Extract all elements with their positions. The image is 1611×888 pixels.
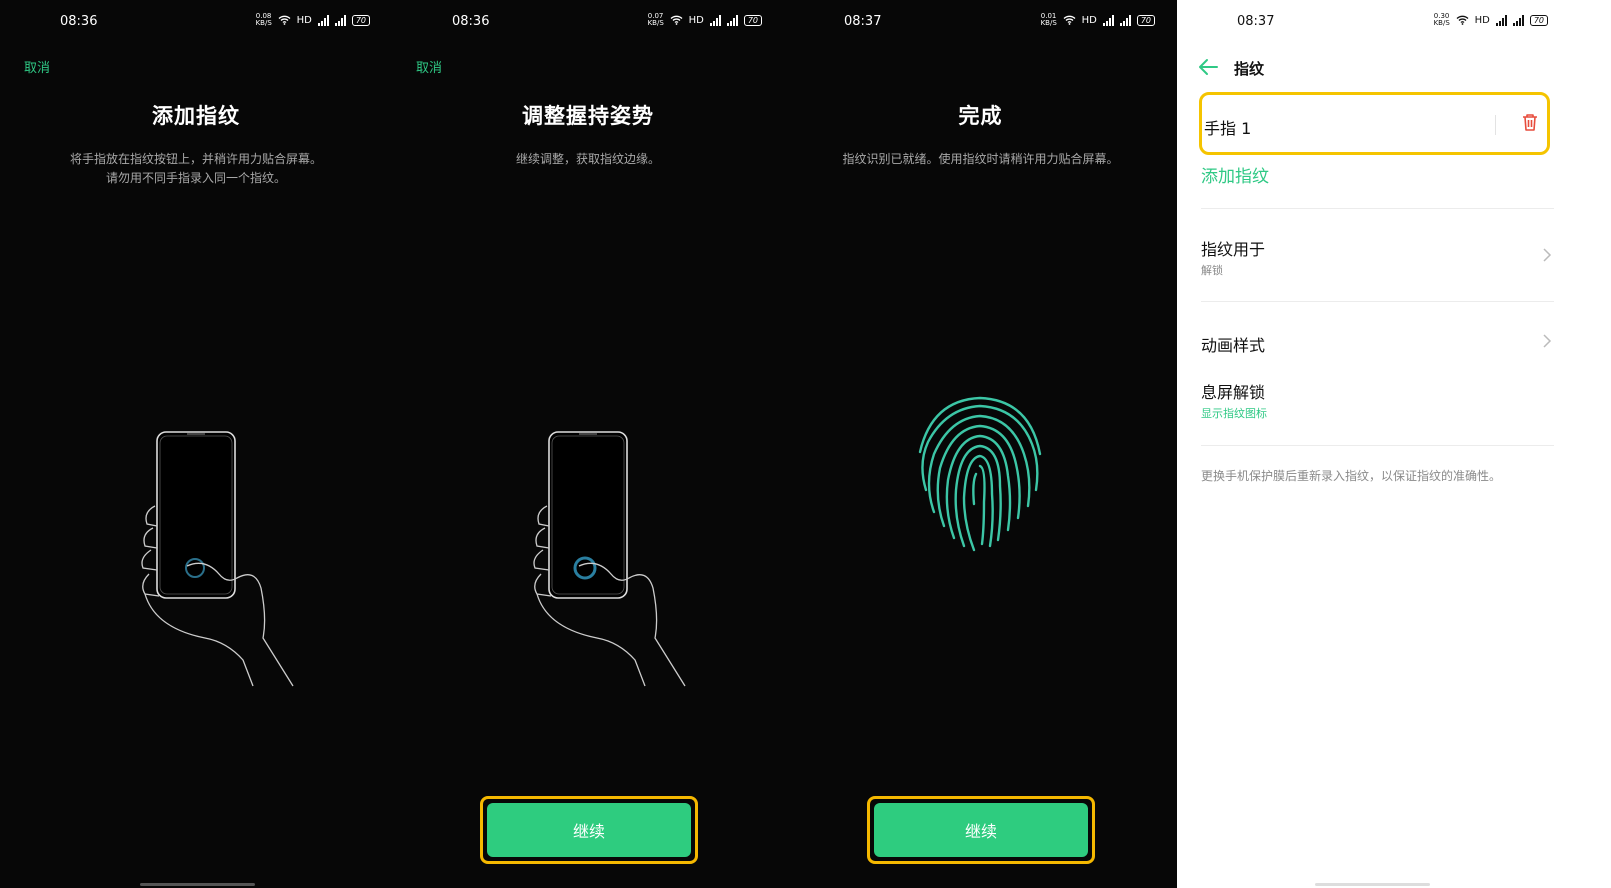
finger-item-label: 手指 1 (1204, 119, 1252, 138)
home-indicator (1315, 883, 1430, 886)
page-title: 调整握持姿势 (522, 104, 654, 128)
status-time: 08:37 (1237, 14, 1275, 29)
continue-button[interactable]: 继续 (487, 803, 691, 857)
net-speed: 0.08 KB/S (255, 12, 272, 27)
hd-indicator: HD (1081, 14, 1097, 26)
hd-indicator: HD (1474, 14, 1490, 26)
signal-icon (1495, 14, 1507, 26)
cancel-button[interactable]: 取消 (416, 57, 442, 76)
battery-icon: 70 (351, 14, 370, 26)
status-time: 08:37 (844, 14, 882, 29)
chevron-right-icon (1543, 248, 1552, 262)
signal-icon (1512, 14, 1524, 26)
net-speed: 0.01 KB/S (1040, 12, 1057, 27)
signal-icon (726, 14, 738, 26)
finger-item-highlight[interactable]: 手指 1 (1199, 92, 1550, 155)
chevron-right-icon (1543, 334, 1552, 348)
page-title: 添加指纹 (152, 104, 240, 128)
status-icons: 0.01 KB/S HD 70 (1041, 13, 1155, 27)
screen-adjust-grip: 08:36 0.07 KB/S HD 70 取消 调整握持姿势 继续调整，获取指纹… (392, 0, 784, 888)
home-indicator (140, 883, 255, 886)
hd-indicator: HD (688, 14, 704, 26)
divider (1201, 445, 1554, 446)
page-title: 指纹 (1234, 60, 1265, 78)
fingerprint-icon (918, 396, 1042, 552)
status-icons: 0.07 KB/S HD 70 (648, 13, 762, 27)
add-fingerprint-link[interactable]: 添加指纹 (1201, 162, 1269, 187)
battery-icon: 70 (743, 14, 762, 26)
signal-icon (1102, 14, 1114, 26)
page-title: 完成 (958, 104, 1003, 128)
status-icons: 0.30 KB/S HD 70 (1434, 13, 1548, 27)
status-bar: 08:36 0.08 KB/S HD 70 (0, 12, 392, 32)
hd-indicator: HD (296, 14, 312, 26)
divider (1495, 115, 1496, 135)
right-edge-background (1570, 0, 1611, 888)
screen-fingerprint-settings: 08:37 0.30 KB/S HD 70 指纹 手指 1 添加指纹 指纹用于 解… (1177, 0, 1570, 888)
wifi-icon (670, 15, 683, 25)
battery-icon: 70 (1136, 14, 1155, 26)
screen-add-fingerprint: 08:36 0.08 KB/S HD 70 取消 添加指纹 将手指放在指纹按钮上，… (0, 0, 392, 888)
status-time: 08:36 (452, 14, 490, 29)
hand-holding-phone-icon (141, 431, 294, 687)
divider (1201, 301, 1554, 302)
row-title: 指纹用于 (1201, 240, 1266, 259)
page-description: 指纹识别已就绪。使用指纹时请稍许用力贴合屏幕。 (842, 152, 1119, 166)
protective-film-note: 更换手机保护膜后重新录入指纹，以保证指纹的准确性。 (1201, 469, 1502, 483)
row-title: 动画样式 (1201, 336, 1266, 355)
signal-icon (709, 14, 721, 26)
back-arrow-icon[interactable] (1197, 58, 1219, 76)
wifi-icon (1063, 15, 1076, 25)
signal-icon (334, 14, 346, 26)
status-bar: 08:37 0.01 KB/S HD 70 (784, 12, 1177, 32)
row-subtitle: 解锁 (1201, 264, 1223, 277)
net-speed: 0.07 KB/S (647, 12, 664, 27)
screen-complete: 08:37 0.01 KB/S HD 70 完成 指纹识别已就绪。使用指纹时请稍许… (784, 0, 1177, 888)
battery-icon: 70 (1529, 14, 1548, 26)
divider (1201, 208, 1554, 209)
continue-button-highlight: 继续 (480, 796, 698, 864)
trash-icon[interactable] (1521, 112, 1539, 132)
status-bar: 08:36 0.07 KB/S HD 70 (392, 12, 784, 32)
wifi-icon (1456, 15, 1469, 25)
status-icons: 0.08 KB/S HD 70 (256, 13, 370, 27)
page-description: 将手指放在指纹按钮上，并稍许用力贴合屏幕。 请勿用不同手指录入同一个指纹。 (69, 152, 322, 185)
continue-button-highlight: 继续 (867, 796, 1095, 864)
status-time: 08:36 (60, 14, 98, 29)
status-bar: 08:37 0.30 KB/S HD 70 (1177, 12, 1570, 32)
row-subtitle: 显示指纹图标 (1201, 407, 1267, 420)
signal-icon (317, 14, 329, 26)
hand-holding-phone-icon (533, 431, 686, 687)
net-speed: 0.30 KB/S (1433, 12, 1450, 27)
wifi-icon (278, 15, 291, 25)
row-title: 息屏解锁 (1201, 383, 1266, 402)
continue-button[interactable]: 继续 (874, 803, 1088, 857)
page-description: 继续调整，获取指纹边缘。 (515, 152, 660, 166)
cancel-button[interactable]: 取消 (24, 57, 50, 76)
signal-icon (1119, 14, 1131, 26)
